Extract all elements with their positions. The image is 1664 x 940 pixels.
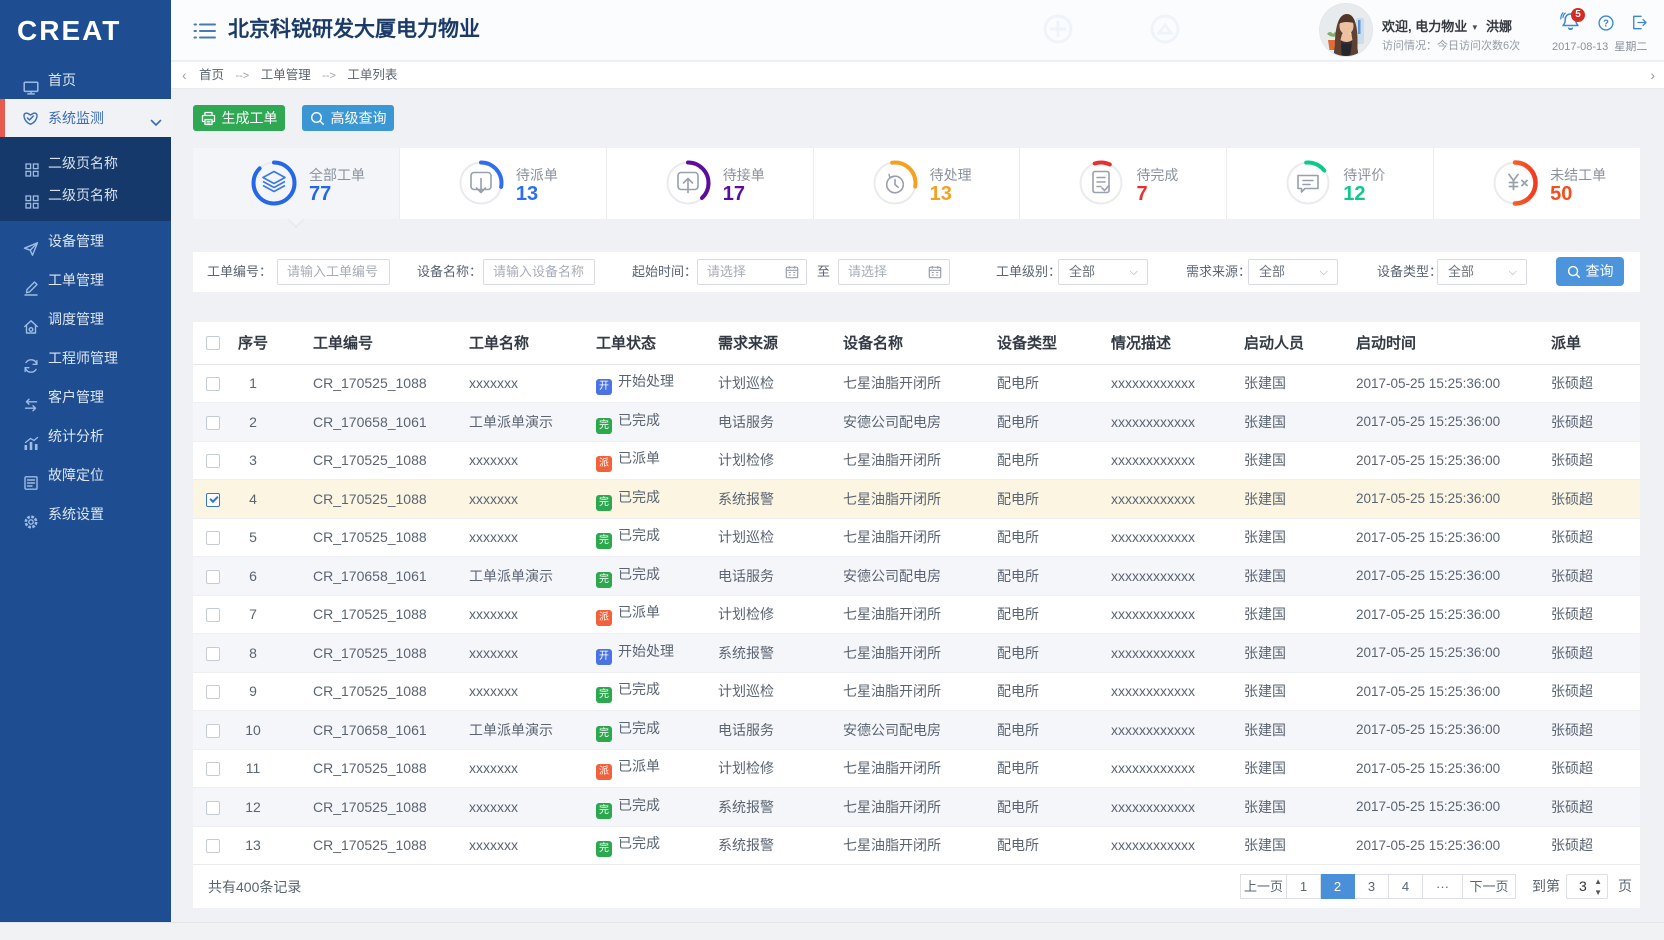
svg-text:?: ? (1603, 18, 1609, 29)
